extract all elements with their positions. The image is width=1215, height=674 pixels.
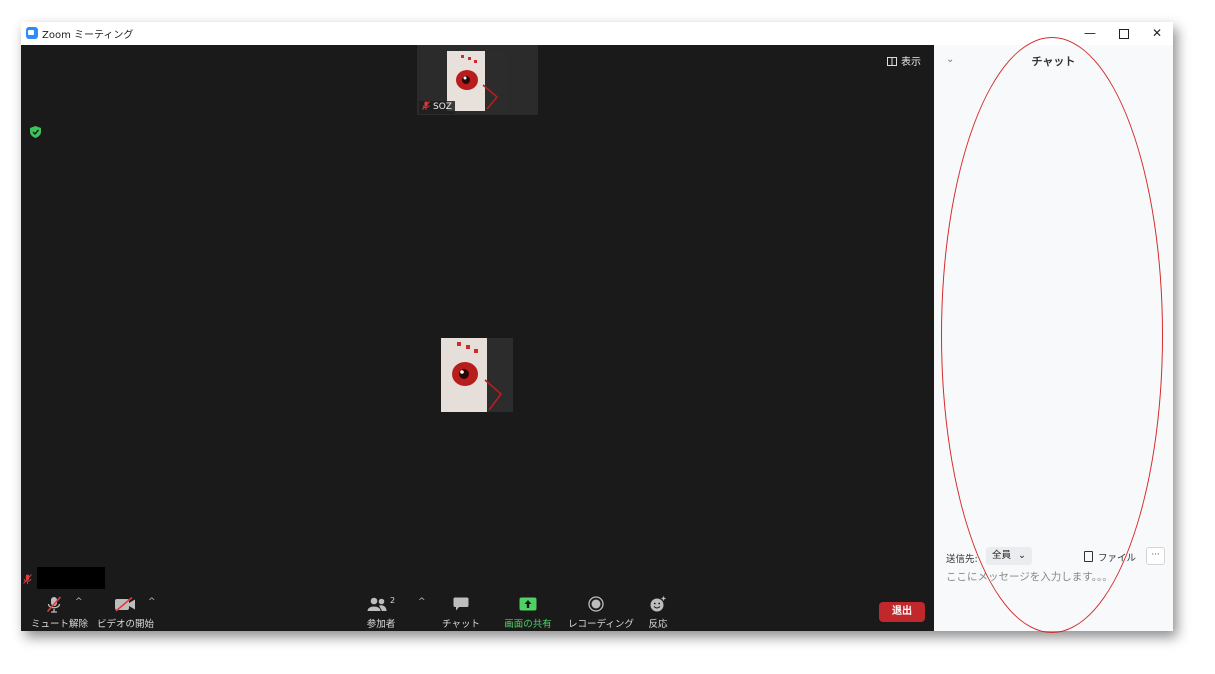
chat-label: チャット [442, 619, 480, 630]
audio-options-caret[interactable]: ^ [75, 597, 83, 607]
start-video-button[interactable]: ビデオの開始 [97, 595, 155, 630]
file-label: ファイル [1098, 553, 1137, 564]
chat-panel: ⌄ チャット 送信先: 全員 ⌄ ファイル ··· ここにメッセージを入力します… [934, 45, 1173, 631]
participants-options-caret[interactable]: ^ [418, 597, 426, 607]
chat-icon [453, 597, 469, 611]
zoom-window: Zoom ミーティング — ✕ 表示 SOZ ミュート解除 ^ ビデオの開始 ^… [21, 22, 1173, 631]
view-label: 表示 [901, 57, 921, 68]
self-muted-mic-icon [23, 573, 32, 584]
view-button[interactable]: 表示 [887, 53, 921, 68]
reactions-button[interactable]: 反応 [641, 595, 675, 630]
reactions-label: 反応 [648, 619, 668, 630]
grid-view-icon [887, 57, 897, 66]
participants-count: 2 [389, 595, 396, 605]
minimize-icon: — [1084, 26, 1096, 40]
participant-avatar [447, 51, 507, 111]
close-icon: ✕ [1151, 26, 1163, 40]
recipient-value: 全員 [992, 550, 1012, 561]
recording-button[interactable]: レコーディング [568, 595, 634, 630]
participants-icon [367, 597, 387, 611]
video-off-icon [115, 596, 135, 612]
more-options-button[interactable]: ··· [1146, 547, 1165, 565]
chevron-down-icon: ⌄ [1018, 550, 1027, 561]
participants-button[interactable]: 2 参加者 [363, 595, 399, 631]
recording-label: レコーディング [568, 619, 634, 630]
maximize-button[interactable] [1107, 22, 1141, 44]
participant-name: SOZ [433, 102, 452, 112]
chat-panel-title: チャット [1031, 55, 1076, 68]
leave-button[interactable]: 退出 [879, 602, 925, 622]
unmute-button[interactable]: ミュート解除 [31, 595, 89, 630]
redacted-name-box [37, 567, 105, 589]
send-to-label: 送信先: [946, 554, 978, 565]
title-bar: Zoom ミーティング — ✕ [21, 22, 1173, 46]
meeting-toolbar: ミュート解除 ^ ビデオの開始 ^ 2 参加者 ^ チャット 画面の共有 レコー… [21, 593, 934, 631]
participant-nameplate: SOZ [419, 101, 455, 114]
self-name-label [23, 567, 105, 589]
window-title: Zoom ミーティング [42, 30, 134, 41]
muted-mic-icon [422, 101, 430, 110]
maximize-icon [1119, 28, 1129, 39]
start-video-label: ビデオの開始 [97, 619, 155, 630]
active-speaker-avatar [441, 338, 513, 412]
video-options-caret[interactable]: ^ [148, 597, 156, 607]
reaction-smiley-icon [650, 596, 666, 612]
zoom-logo-icon [26, 27, 38, 39]
record-icon [588, 596, 604, 612]
file-icon [1084, 551, 1093, 562]
close-button[interactable]: ✕ [1140, 22, 1173, 44]
unmute-label: ミュート解除 [31, 619, 89, 630]
chat-button[interactable]: チャット [441, 595, 481, 630]
share-screen-icon [519, 597, 537, 611]
recipient-select[interactable]: 全員 ⌄ [986, 547, 1033, 565]
participants-label: 参加者 [366, 619, 396, 630]
muted-microphone-icon [46, 595, 62, 613]
minimize-button[interactable]: — [1073, 22, 1107, 44]
share-screen-label: 画面の共有 [504, 619, 552, 630]
participant-thumbnail[interactable]: SOZ [417, 45, 538, 115]
file-button[interactable]: ファイル [1084, 550, 1136, 564]
meeting-area: 表示 SOZ ミュート解除 ^ ビデオの開始 ^ 2 参加者 ^ チャット 画面… [21, 45, 934, 631]
encryption-shield-icon[interactable] [30, 126, 41, 138]
chat-message-input[interactable]: ここにメッセージを入力します。。。 [946, 569, 1156, 584]
share-screen-button[interactable]: 画面の共有 [501, 595, 555, 630]
